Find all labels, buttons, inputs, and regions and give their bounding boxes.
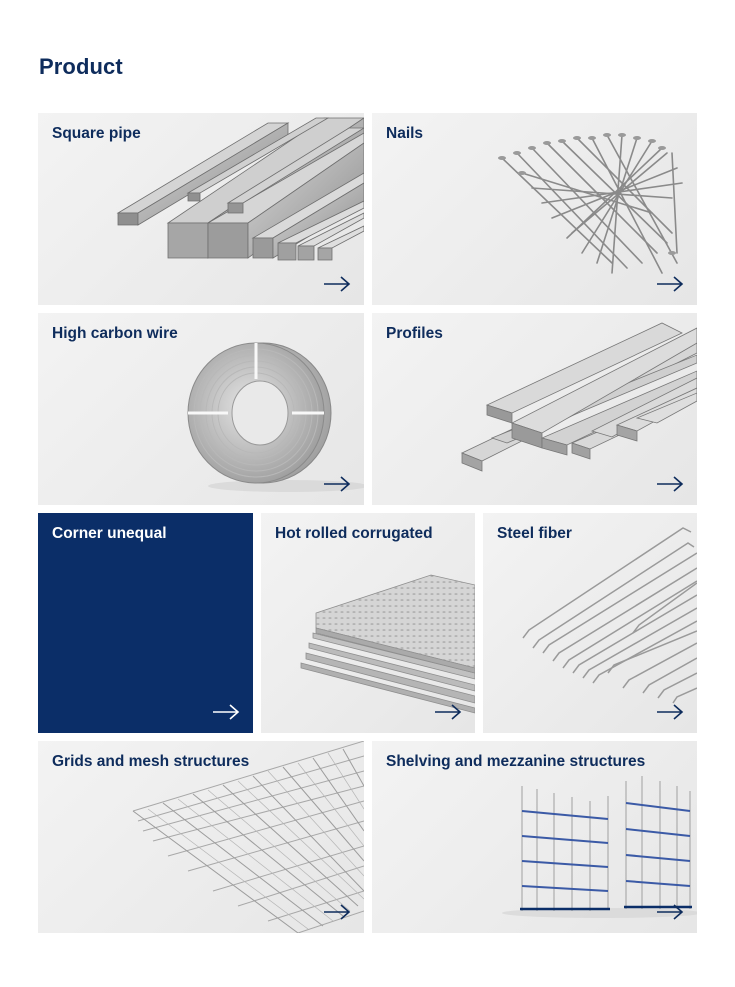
arrow-right-icon bbox=[656, 704, 684, 720]
card-title: Shelving and mezzanine structures bbox=[386, 753, 646, 770]
page-title: Product bbox=[39, 54, 123, 79]
product-card-hot-rolled-corrugated[interactable]: Hot rolled corrugated bbox=[261, 513, 475, 733]
product-card-grids-mesh[interactable]: Grids and mesh structures bbox=[38, 741, 364, 933]
product-card-high-carbon-wire[interactable]: High carbon wire bbox=[38, 313, 364, 505]
product-card-shelving-mezzanine[interactable]: Shelving and mezzanine structures bbox=[372, 741, 697, 933]
product-card-nails[interactable]: Nails bbox=[372, 113, 697, 305]
product-card-square-pipe[interactable]: Square pipe bbox=[38, 113, 364, 305]
card-title: Hot rolled corrugated bbox=[275, 525, 433, 542]
product-card-profiles[interactable]: Profiles bbox=[372, 313, 697, 505]
corrugated-sheets-image bbox=[261, 513, 475, 733]
steel-fiber-image bbox=[483, 513, 697, 733]
arrow-right-icon bbox=[323, 476, 351, 492]
arrow-right-icon bbox=[323, 904, 351, 920]
card-title: High carbon wire bbox=[52, 325, 178, 342]
product-card-corner-unequal[interactable]: Corner unequal bbox=[38, 513, 253, 733]
arrow-right-icon bbox=[323, 276, 351, 292]
arrow-right-icon bbox=[212, 704, 240, 720]
arrow-right-icon bbox=[656, 276, 684, 292]
arrow-right-icon bbox=[656, 476, 684, 492]
arrow-right-icon bbox=[656, 904, 684, 920]
card-title: Profiles bbox=[386, 325, 443, 342]
card-title: Steel fiber bbox=[497, 525, 572, 542]
card-title: Grids and mesh structures bbox=[52, 753, 250, 770]
arrow-right-icon bbox=[434, 704, 462, 720]
product-card-steel-fiber[interactable]: Steel fiber bbox=[483, 513, 697, 733]
card-title: Corner unequal bbox=[52, 525, 167, 542]
card-title: Nails bbox=[386, 125, 424, 142]
card-title: Square pipe bbox=[52, 125, 141, 142]
